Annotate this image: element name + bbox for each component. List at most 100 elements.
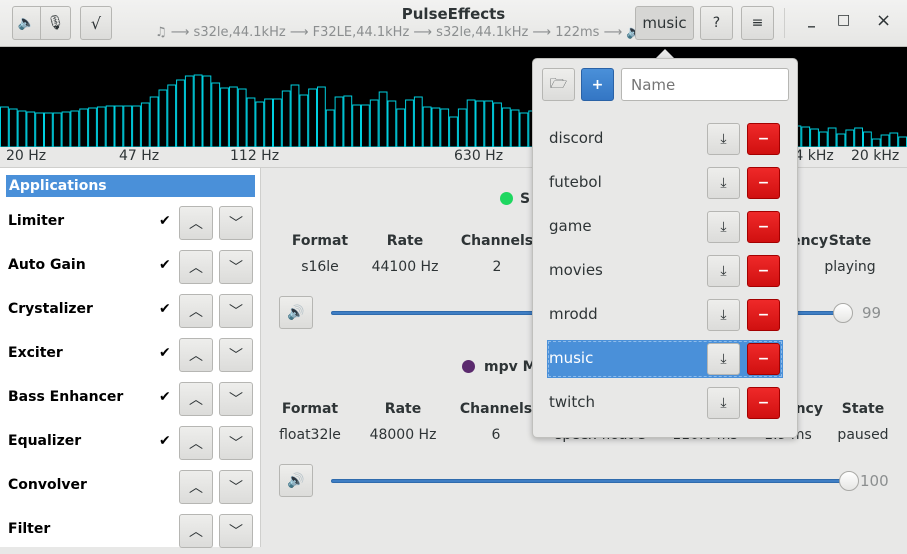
chevron-down-icon: ﹀ (229, 524, 243, 540)
move-down-button[interactable]: ﹀ (219, 382, 253, 416)
chevron-up-icon: ︿ (189, 524, 203, 540)
preset-row[interactable]: discord ⤓ − (547, 120, 783, 158)
spectrum-bar (114, 105, 124, 147)
spectrum-bar (96, 106, 106, 147)
preset-name: discord (549, 129, 604, 147)
preset-row[interactable]: movies ⤓ − (547, 252, 783, 290)
save-icon: ⤓ (720, 263, 727, 279)
spectrum-bar (61, 111, 71, 147)
move-down-button[interactable]: ﹀ (219, 470, 253, 504)
sidebar-item[interactable]: Bass Enhancer ✔ ︿ ﹀ (0, 378, 261, 422)
chevron-down-icon: ﹀ (229, 436, 243, 452)
help-icon: ? (712, 15, 721, 31)
save-icon: ⤓ (720, 351, 727, 367)
move-up-button[interactable]: ︿ (179, 338, 213, 372)
move-up-button[interactable]: ︿ (179, 514, 213, 548)
sidebar-item[interactable]: Filter ︿ ﹀ (0, 510, 261, 554)
remove-preset-button[interactable]: − (747, 343, 780, 375)
spectrum-bar (132, 105, 141, 147)
spectrum-bar (325, 109, 335, 147)
remove-preset-button[interactable]: − (747, 167, 780, 199)
sidebar-item[interactable]: Crystalizer ✔ ︿ ﹀ (0, 290, 261, 334)
spectrum-bar (405, 99, 414, 147)
separator (784, 8, 785, 38)
save-preset-button[interactable]: ⤓ (707, 167, 740, 199)
spectrum-bar (369, 99, 379, 147)
move-down-button[interactable]: ﹀ (219, 294, 253, 328)
save-preset-button[interactable]: ⤓ (707, 343, 740, 375)
move-up-button[interactable]: ︿ (179, 470, 213, 504)
presets-menu-button[interactable]: music (635, 6, 694, 40)
remove-preset-button[interactable]: − (747, 211, 780, 243)
move-down-button[interactable]: ﹀ (219, 514, 253, 548)
save-preset-button[interactable]: ⤓ (707, 211, 740, 243)
move-up-button[interactable]: ︿ (179, 294, 213, 328)
move-down-button[interactable]: ﹀ (219, 338, 253, 372)
volume-slider[interactable] (331, 479, 849, 483)
save-preset-button[interactable]: ⤓ (707, 299, 740, 331)
column-header: Rate (386, 233, 424, 249)
close-button[interactable]: × (876, 10, 891, 31)
column-header: Format (291, 233, 349, 249)
chevron-down-icon: ﹀ (229, 260, 243, 276)
spectrum-bar (273, 98, 282, 147)
move-up-button[interactable]: ︿ (179, 250, 213, 284)
column-header: State (841, 401, 885, 417)
sidebar-item[interactable]: Limiter ✔ ︿ ﹀ (0, 202, 261, 246)
spectrum-bar (898, 136, 907, 147)
sidebar-item[interactable]: Equalizer ✔ ︿ ﹀ (0, 422, 261, 466)
save-preset-button[interactable]: ⤓ (707, 123, 740, 155)
chevron-down-icon: ﹀ (229, 348, 243, 364)
import-preset-button[interactable]: 🗁 (542, 68, 575, 101)
spectrum-bar (343, 95, 353, 147)
remove-preset-button[interactable]: − (747, 387, 780, 419)
chevron-down-icon: ﹀ (229, 304, 243, 320)
help-button[interactable]: ? (700, 6, 733, 40)
spectrum-bar (237, 88, 247, 147)
plugin-name: Equalizer (8, 433, 82, 449)
add-preset-button[interactable]: + (581, 68, 614, 101)
mute-button[interactable]: 🔊 (279, 296, 313, 329)
move-down-button[interactable]: ﹀ (219, 206, 253, 240)
spectrum-bar (889, 132, 899, 147)
sidebar-item[interactable]: Convolver ︿ ﹀ (0, 466, 261, 510)
save-preset-button[interactable]: ⤓ (707, 387, 740, 419)
remove-preset-button[interactable]: − (747, 255, 780, 287)
chevron-up-icon: ︿ (189, 392, 203, 408)
sidebar-item-applications[interactable]: Applications (6, 175, 255, 197)
sidebar-item[interactable]: Exciter ✔ ︿ ﹀ (0, 334, 261, 378)
move-up-button[interactable]: ︿ (179, 206, 213, 240)
volume-slider-handle[interactable] (839, 471, 859, 491)
main-menu-button[interactable]: ≡ (741, 6, 774, 40)
move-down-button[interactable]: ﹀ (219, 426, 253, 460)
spectrum-bar (854, 127, 864, 147)
spectrum-bar (457, 108, 467, 147)
spectrum-bar (387, 100, 397, 147)
mute-button[interactable]: 🔊 (279, 464, 313, 497)
save-preset-button[interactable]: ⤓ (707, 255, 740, 287)
preset-row[interactable]: music ⤓ − (547, 340, 783, 378)
freq-label: 20 kHz (851, 148, 900, 164)
move-up-button[interactable]: ︿ (179, 426, 213, 460)
remove-preset-button[interactable]: − (747, 299, 780, 331)
minimize-button[interactable]: _ (808, 12, 815, 28)
spectrum-bar (422, 106, 432, 147)
volume-value: 100 (860, 472, 889, 490)
preset-name-input[interactable] (621, 68, 789, 101)
pipeline-info: ♫ ⟶ s32le,44.1kHz ⟶ F32LE,44.1kHz ⟶ s32l… (155, 25, 643, 40)
spectrum-bar (52, 112, 62, 147)
preset-row[interactable]: mrodd ⤓ − (547, 296, 783, 334)
move-down-button[interactable]: ﹀ (219, 250, 253, 284)
remove-preset-button[interactable]: − (747, 123, 780, 155)
move-up-button[interactable]: ︿ (179, 382, 213, 416)
spectrum-bar (211, 82, 221, 147)
maximize-button[interactable]: □ (837, 12, 850, 28)
preset-row[interactable]: game ⤓ − (547, 208, 783, 246)
spectrum-bar (818, 131, 828, 147)
volume-slider-handle[interactable] (833, 303, 853, 323)
sidebar-item[interactable]: Auto Gain ✔ ︿ ﹀ (0, 246, 261, 290)
preset-row[interactable]: twitch ⤓ − (547, 384, 783, 422)
chevron-down-icon: ﹀ (229, 392, 243, 408)
preset-row[interactable]: futebol ⤓ − (547, 164, 783, 202)
preset-name: futebol (549, 173, 602, 191)
